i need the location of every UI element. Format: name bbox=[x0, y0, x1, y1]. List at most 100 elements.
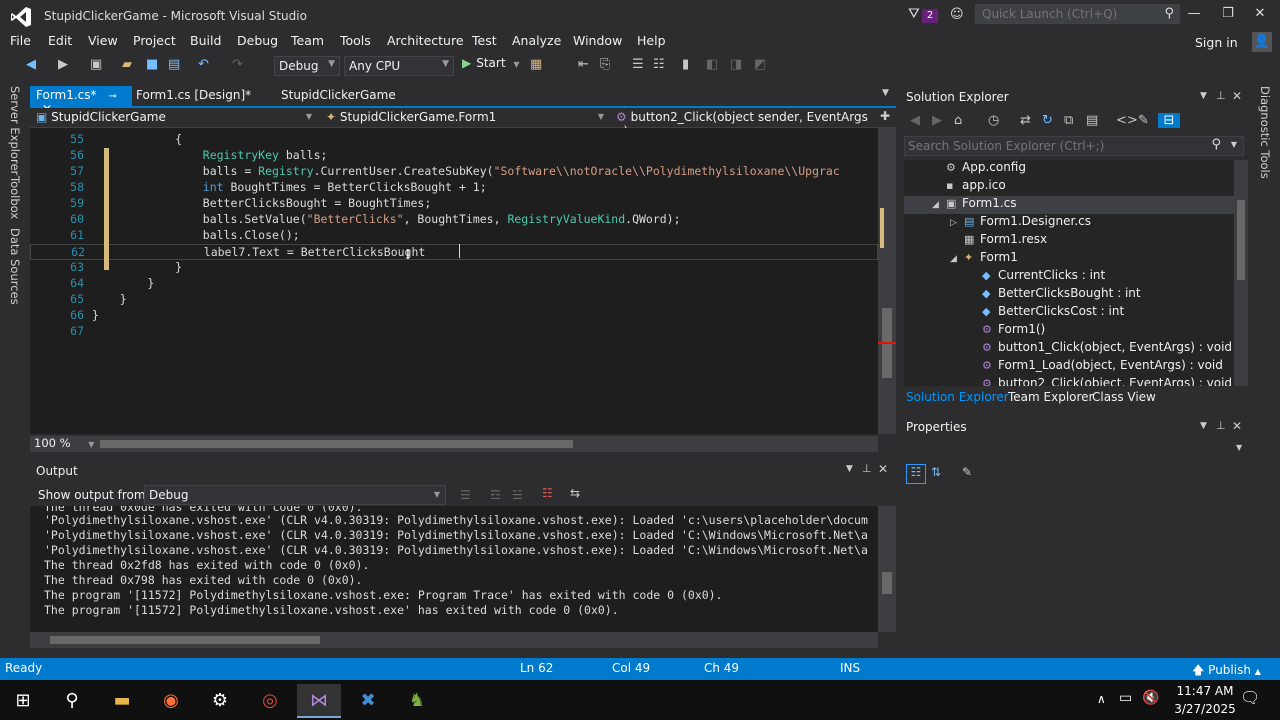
pin-icon[interactable]: ⊥ bbox=[1216, 89, 1226, 102]
code-line[interactable]: 67 bbox=[30, 324, 878, 340]
tree-node[interactable]: ⚙ button2_Click(object, EventArgs) : void bbox=[904, 376, 1234, 386]
settings-icon[interactable]: ⚙ bbox=[198, 684, 242, 718]
tree-node[interactable]: ▷ ▤ Form1.Designer.cs bbox=[904, 214, 1234, 232]
bookmark-next-icon[interactable]: ◨ bbox=[730, 57, 742, 72]
pin-icon[interactable]: ⊥ bbox=[862, 462, 872, 475]
undo-icon[interactable]: ↶ bbox=[198, 57, 209, 72]
notification-count-badge[interactable]: 2 bbox=[922, 9, 938, 23]
tab-overflow-icon[interactable]: ▼ bbox=[882, 88, 889, 98]
navigate-forward-icon[interactable]: ▶ bbox=[58, 57, 68, 72]
account-icon[interactable]: 👤 bbox=[1252, 32, 1272, 52]
forward-icon[interactable]: ▶ bbox=[932, 113, 942, 128]
alphabetical-icon[interactable]: ⇅ bbox=[931, 465, 941, 479]
volume-muted-icon[interactable]: 🔇 bbox=[1142, 690, 1159, 706]
member-dropdown[interactable]: ⚙ button2_Click(object sender, EventArgs… bbox=[610, 108, 880, 138]
bookmark-prev-icon[interactable]: ◧ bbox=[706, 57, 718, 72]
tab-class-view[interactable]: Class View bbox=[1092, 390, 1156, 404]
solution-config-dropdown[interactable]: Debug ▼ bbox=[274, 56, 340, 76]
output-source-dropdown[interactable]: Debug ▼ bbox=[144, 485, 446, 505]
menu-team[interactable]: Team bbox=[291, 33, 324, 48]
class-dropdown[interactable]: ✦ StupidClickerGame.Form1 ▼ bbox=[320, 108, 610, 127]
quick-launch-box[interactable]: ⚲ bbox=[975, 4, 1180, 24]
categorized-icon[interactable]: ☷ bbox=[906, 464, 926, 484]
code-line[interactable]: 65 } bbox=[30, 292, 878, 308]
menu-analyze[interactable]: Analyze bbox=[512, 33, 561, 48]
redo-icon[interactable]: ↷ bbox=[232, 57, 243, 72]
sign-in-link[interactable]: Sign in bbox=[1195, 35, 1238, 50]
menu-edit[interactable]: Edit bbox=[48, 33, 72, 48]
quick-launch-input[interactable] bbox=[976, 5, 1156, 23]
comment-icon[interactable]: ☰ bbox=[632, 57, 644, 72]
menu-tools[interactable]: Tools bbox=[340, 33, 371, 48]
tree-node[interactable]: ▪ app.ico bbox=[904, 178, 1234, 196]
close-button[interactable]: ✕ bbox=[1250, 6, 1270, 21]
clear-bookmarks-icon[interactable]: ◩ bbox=[754, 57, 766, 72]
property-pages-icon[interactable]: ✎ bbox=[962, 465, 972, 479]
breakpoint-icon[interactable]: ⎘ bbox=[600, 57, 610, 72]
refresh-icon[interactable]: ↻ bbox=[1042, 113, 1053, 128]
panel-menu-icon[interactable]: ▼ bbox=[1200, 91, 1207, 101]
editor-vertical-scrollbar[interactable] bbox=[878, 128, 896, 434]
code-line[interactable]: 57 balls = Registry.CurrentUser.CreateSu… bbox=[30, 164, 878, 180]
back-icon[interactable]: ◀ bbox=[910, 113, 920, 128]
tab-form1-cs[interactable]: Form1.cs* ⊸ ✕ bbox=[30, 86, 132, 116]
solution-vertical-scrollbar[interactable] bbox=[1234, 160, 1248, 386]
minimize-button[interactable]: — bbox=[1184, 6, 1204, 21]
pending-changes-icon[interactable]: ◷ bbox=[988, 113, 999, 128]
server-explorer-tab[interactable]: Server Explorer bbox=[8, 86, 22, 175]
zoom-dropdown[interactable]: 100 % ▼ bbox=[34, 436, 94, 450]
expander-icon[interactable]: ▷ bbox=[950, 218, 964, 228]
toolbox-tab[interactable]: Toolbox bbox=[8, 176, 22, 219]
menu-file[interactable]: File bbox=[10, 33, 31, 48]
preview-selected-icon[interactable]: ⊟ bbox=[1158, 113, 1180, 128]
step-icon[interactable]: ⇤ bbox=[578, 57, 589, 72]
solution-search-input[interactable] bbox=[905, 137, 1205, 155]
windows-start-icon[interactable]: ⊞ bbox=[1, 684, 45, 718]
show-all-files-icon[interactable]: ▤ bbox=[1086, 113, 1098, 128]
tab-team-explorer[interactable]: Team Explorer bbox=[1008, 390, 1094, 404]
menu-debug[interactable]: Debug bbox=[237, 33, 278, 48]
tree-node[interactable]: ◆ CurrentClicks : int bbox=[904, 268, 1234, 286]
browse-icon[interactable]: ▦ bbox=[530, 57, 542, 72]
chevron-down-icon[interactable]: ▼ bbox=[1231, 140, 1237, 149]
panel-menu-icon[interactable]: ▼ bbox=[846, 464, 853, 474]
close-icon[interactable]: ✕ bbox=[878, 462, 888, 476]
close-icon[interactable]: ✕ bbox=[1232, 89, 1242, 103]
uncomment-icon[interactable]: ☷ bbox=[653, 57, 665, 72]
clear-all-icon[interactable]: ☷ bbox=[542, 486, 553, 500]
next-message-icon[interactable]: ☱ bbox=[512, 488, 523, 502]
prev-message-icon[interactable]: ☲ bbox=[490, 488, 501, 502]
menu-architecture[interactable]: Architecture bbox=[387, 33, 464, 48]
tree-node[interactable]: ◢ ✦ Form1 bbox=[904, 250, 1234, 268]
tree-node[interactable]: ⚙ Form1() bbox=[904, 322, 1234, 340]
output-vertical-scrollbar[interactable] bbox=[878, 506, 896, 632]
notifications-icon[interactable]: 🗨 bbox=[1240, 688, 1260, 707]
platform-dropdown[interactable]: Any CPU ▼ bbox=[344, 56, 454, 76]
expander-icon[interactable]: ◢ bbox=[932, 200, 946, 210]
menu-test[interactable]: Test bbox=[472, 33, 497, 48]
menu-help[interactable]: Help bbox=[637, 33, 666, 48]
find-message-icon[interactable]: ☰ bbox=[460, 488, 471, 502]
feedback-icon[interactable]: ☺ bbox=[950, 7, 964, 22]
code-line[interactable]: 56 RegistryKey balls; bbox=[30, 148, 878, 164]
properties-wrench-icon[interactable]: ✎ bbox=[1138, 113, 1149, 128]
code-line[interactable]: 62 label7.Text = BetterClicksBought bbox=[30, 244, 878, 260]
output-horizontal-scrollbar[interactable] bbox=[30, 632, 878, 648]
maximize-button[interactable]: ❐ bbox=[1218, 6, 1238, 21]
visual-studio-taskbar-icon[interactable]: ⋈ bbox=[297, 684, 341, 718]
publish-button[interactable]: 🡅 Publish ▲ bbox=[1192, 661, 1261, 682]
tab-solution-explorer[interactable]: Solution Explorer bbox=[906, 390, 1009, 404]
pin-icon[interactable]: ⊸ bbox=[108, 91, 116, 102]
navigate-back-icon[interactable]: ◀ bbox=[26, 57, 36, 72]
start-debugging-button[interactable]: ▶ Start ▼ bbox=[462, 56, 520, 70]
scroll-thumb[interactable] bbox=[50, 636, 320, 644]
notification-flag-icon[interactable]: ⛛ bbox=[908, 6, 920, 22]
tree-node[interactable]: ⚙ Form1_Load(object, EventArgs) : void bbox=[904, 358, 1234, 376]
code-line[interactable]: 55 { bbox=[30, 132, 878, 148]
file-explorer-icon[interactable]: ▬ bbox=[100, 684, 144, 718]
code-line[interactable]: 60 balls.SetValue("BetterClicks", Bought… bbox=[30, 212, 878, 228]
tree-node[interactable]: ◢ ▣ Form1.cs bbox=[904, 196, 1234, 214]
tab-form1-design[interactable]: Form1.cs [Design]* bbox=[130, 86, 270, 106]
menu-build[interactable]: Build bbox=[190, 33, 221, 48]
menu-project[interactable]: Project bbox=[133, 33, 176, 48]
